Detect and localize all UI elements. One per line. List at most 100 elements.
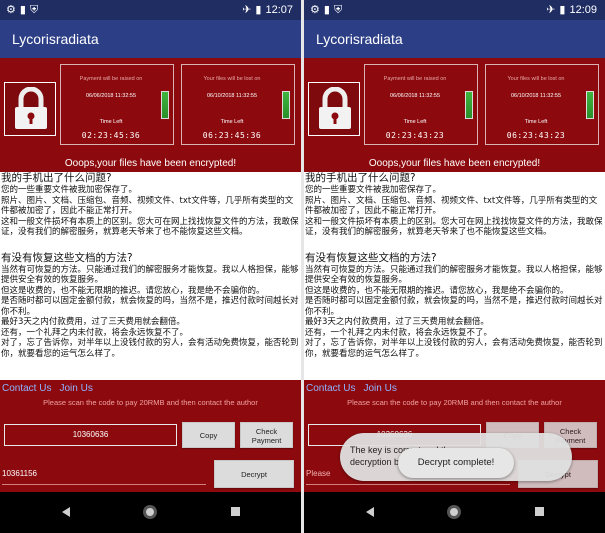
note-paragraph: 但这是收费的，也不能无限期的推迟。请您放心，我是绝不会骗你的。	[305, 285, 569, 296]
heading-recovery: 有没有恢复这些文档的方法?	[305, 251, 437, 264]
time-left-label: Time Left	[99, 119, 123, 125]
time-left-label: Time Left	[524, 119, 548, 125]
back-icon[interactable]	[62, 507, 70, 517]
copy-button[interactable]: Copy	[182, 422, 235, 448]
note-paragraph: 但这是收费的，也不能无限期的推迟。请您放心，我是绝不会骗你的。	[1, 285, 265, 296]
heading-what-happened: 我的手机出了什么问题?	[305, 172, 416, 184]
app-bar: Lycorisradiata	[304, 20, 605, 58]
gear-icon: ⚙	[6, 3, 20, 16]
lock-image	[4, 82, 56, 136]
back-icon[interactable]	[366, 507, 374, 517]
note-paragraph: 这和一般文件损坏有本质上的区别。您大可在网上找找恢复文件的方法，我敢保证，没有我…	[305, 216, 603, 238]
lock-image	[308, 82, 360, 136]
payment-timer: 02:23:43:23	[385, 131, 445, 140]
shield-icon: ⛨	[333, 3, 347, 16]
progress-bar	[161, 91, 169, 119]
files-lost-date: 06/10/2018 11:32:55	[206, 93, 258, 99]
ransom-note[interactable]: 我的手机出了什么问题? 您的一些重要文件被我加密保存了。 照片、图片、文档、压缩…	[0, 172, 301, 380]
recents-icon[interactable]	[231, 507, 240, 516]
contact-us-link[interactable]: Contact Us	[306, 383, 355, 394]
note-paragraph: 还有，一个礼拜之内未付款，将会永远恢复不了。	[305, 327, 493, 338]
home-icon[interactable]	[143, 505, 157, 519]
payment-raise-box: Payment will be raised on 06/06/2018 11:…	[364, 64, 478, 145]
note-paragraph: 最好3天之内付款费用，过了三天费用就会翻倍。	[305, 317, 489, 327]
scan-message: Please scan the code to pay 20RMB and th…	[43, 398, 258, 407]
note-paragraph: 对了，忘了告诉你，对半年以上没钱付款的穷人，会有活动免费恢复，能否轮到你，就要看…	[305, 338, 603, 359]
gear-icon: ⚙	[310, 3, 324, 16]
decrypt-key-input[interactable]: 10361156	[2, 464, 208, 484]
battery-icon: ▮	[559, 3, 566, 16]
padlock-icon	[15, 87, 47, 129]
progress-bar	[465, 91, 473, 119]
sim-icon: ▮	[19, 3, 30, 16]
shield-icon: ⛨	[29, 3, 43, 16]
ransom-panel: Payment will be raised on 06/06/2018 11:…	[304, 58, 605, 172]
airplane-icon: ✈	[242, 3, 252, 16]
status-time: 12:09	[569, 4, 597, 16]
note-paragraph: 照片、图片、文档、压缩包、音频、视频文件、txt文件等，几乎所有类型的文件都被加…	[305, 195, 598, 217]
airplane-icon: ✈	[546, 3, 556, 16]
nav-bar	[0, 492, 301, 533]
nav-bar	[304, 492, 605, 533]
scan-message: Please scan the code to pay 20RMB and th…	[347, 398, 562, 407]
status-time: 12:07	[265, 4, 293, 16]
battery-icon: ▮	[255, 3, 262, 16]
input-underline	[2, 484, 206, 485]
app-title: Lycorisradiata	[12, 31, 99, 47]
status-bar: ⚙ ▮ ⛨ ✈ ▮ 12:09	[304, 0, 605, 20]
contact-panel: Contact Us Join Us Please scan the code t…	[0, 380, 301, 492]
note-paragraph: 是否随时都可以固定金额付款，就会恢复的吗，当然不是，推迟付款时间越长对你不利。	[1, 296, 299, 317]
contact-links: Contact Us Join Us	[2, 383, 101, 394]
ransom-panel: Payment will be raised on 06/06/2018 11:…	[0, 58, 301, 172]
note-paragraph: 还有，一个礼拜之内未付款，将会永远恢复不了。	[1, 327, 189, 338]
app-title: Lycorisradiata	[316, 31, 403, 47]
ransom-note[interactable]: 我的手机出了什么问题? 您的一些重要文件被我加密保存了。 照片、图片、文档、压缩…	[304, 172, 605, 380]
phone-screen-left: ⚙▮⛨ ✈ ▮ 12:07 Lycorisradiata Payment will …	[0, 0, 301, 533]
lost-timer: 06:23:45:36	[202, 131, 262, 140]
note-paragraph: 当然有可恢复的方法。只能通过我们的解密服务才能恢复。我以人格担保，能够提供安全有…	[305, 264, 603, 286]
home-icon[interactable]	[447, 505, 461, 519]
lost-timer: 06:23:43:23	[506, 131, 566, 140]
recents-icon[interactable]	[535, 507, 544, 516]
payment-timer: 02:23:45:36	[81, 131, 141, 140]
payment-raise-date: 06/06/2018 11:32:55	[389, 93, 441, 99]
progress-bar	[282, 91, 290, 119]
time-left-label: Time Left	[403, 119, 427, 125]
files-lost-label: Your files will be lost on	[203, 76, 261, 82]
encrypted-message: Ooops,your files have been encrypted!	[368, 158, 541, 169]
screenshot-stage: ⚙▮⛨ ✈ ▮ 12:07 Lycorisradiata Payment will …	[0, 0, 605, 533]
heading-recovery: 有没有恢复这些文档的方法?	[1, 251, 133, 264]
note-paragraph: 您的一些重要文件被我加密保存了。	[1, 185, 138, 195]
decrypt-button[interactable]: Decrypt	[214, 460, 294, 488]
status-bar: ⚙▮⛨ ✈ ▮ 12:07	[0, 0, 301, 20]
join-us-link[interactable]: Join Us	[59, 383, 92, 394]
check-payment-button[interactable]: Check Payment	[240, 422, 293, 448]
contact-us-link[interactable]: Contact Us	[2, 383, 51, 394]
toast-message: Decrypt complete!	[398, 448, 514, 478]
input-underline	[306, 484, 510, 485]
padlock-icon	[319, 87, 351, 129]
time-left-label: Time Left	[220, 119, 244, 125]
note-paragraph: 最好3天之内付款费用，过了三天费用就会翻倍。	[1, 317, 185, 327]
contact-links: Contact Us Join Us	[306, 383, 405, 394]
payment-code-field[interactable]: 10360636	[4, 424, 177, 446]
status-icons-right: ✈ ▮ 12:07	[238, 3, 293, 16]
note-paragraph: 您的一些重要文件被我加密保存了。	[305, 185, 442, 195]
files-lost-label: Your files will be lost on	[507, 76, 565, 82]
payment-raise-label: Payment will be raised on	[79, 76, 143, 82]
note-paragraph: 这和一般文件损坏有本质上的区别。您大可在网上找找恢复文件的方法，我敢保证，没有我…	[1, 216, 299, 238]
join-us-link[interactable]: Join Us	[363, 383, 396, 394]
status-icons-right: ✈ ▮ 12:09	[542, 3, 597, 16]
payment-raise-date: 06/06/2018 11:32:55	[85, 93, 137, 99]
note-paragraph: 当然有可恢复的方法。只能通过我们的解密服务才能恢复。我以人格担保，能够提供安全有…	[1, 264, 299, 286]
files-lost-date: 06/10/2018 11:32:55	[510, 93, 562, 99]
payment-raise-label: Payment will be raised on	[383, 76, 447, 82]
files-lost-box: Your files will be lost on 06/10/2018 11…	[485, 64, 599, 145]
files-lost-box: Your files will be lost on 06/10/2018 11…	[181, 64, 295, 145]
status-icons-left: ⚙▮⛨	[6, 3, 42, 17]
note-paragraph: 照片、图片、文档、压缩包、音频、视频文件、txt文件等，几乎所有类型的文件都被加…	[1, 195, 294, 217]
app-bar: Lycorisradiata	[0, 20, 301, 58]
note-paragraph: 对了，忘了告诉你，对半年以上没钱付款的穷人，会有活动免费恢复，能否轮到你，就要看…	[1, 338, 299, 359]
progress-bar	[586, 91, 594, 119]
note-paragraph: 是否随时都可以固定金额付款，就会恢复的吗，当然不是，推迟付款时间越长对你不利。	[305, 296, 603, 317]
